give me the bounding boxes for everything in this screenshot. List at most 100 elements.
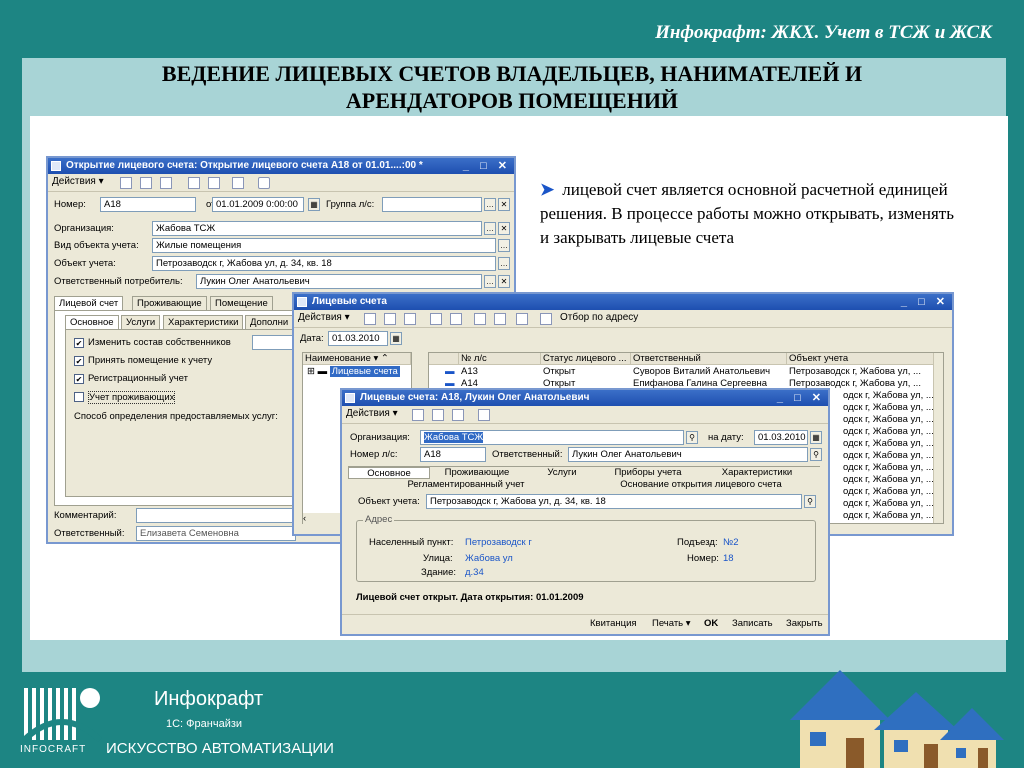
account-card-form: Организация: Жабова ТСЖ ⚲ на дату: 01.03… xyxy=(342,424,828,634)
subtab-more[interactable]: Дополни xyxy=(245,315,294,329)
tab-premises[interactable]: Помещение xyxy=(210,296,273,310)
post-icon[interactable] xyxy=(188,177,200,189)
tab-residents[interactable]: Проживающие xyxy=(132,296,207,310)
number-field[interactable]: А18 xyxy=(100,197,196,212)
date-field[interactable]: 01.01.2009 0:00:00 xyxy=(212,197,304,212)
subtab-main[interactable]: Основное xyxy=(65,315,119,329)
subtab-services[interactable]: Услуги xyxy=(121,315,161,329)
help-icon[interactable] xyxy=(478,409,490,421)
org-field[interactable]: Жабова ТСЖ xyxy=(420,430,684,445)
back-icon[interactable] xyxy=(412,409,424,421)
objtype-select-button[interactable]: … xyxy=(498,239,510,252)
responsible-field[interactable]: Лукин Олег Анатольевич xyxy=(568,447,808,462)
refresh-icon[interactable] xyxy=(540,313,552,325)
filter-by-address-button[interactable]: Отбор по адресу xyxy=(560,312,638,323)
entrance-label: Подъезд: xyxy=(677,537,718,548)
tree-header[interactable]: Наименование ▾ ⌃ xyxy=(303,353,411,365)
group-select-button[interactable]: … xyxy=(484,198,496,211)
tab-main[interactable]: Основное xyxy=(348,467,430,479)
tab-characteristics[interactable]: Характеристики xyxy=(696,467,818,479)
tab-services[interactable]: Услуги xyxy=(524,467,600,479)
save-button[interactable]: Записать xyxy=(732,615,773,633)
filter-list-icon[interactable] xyxy=(494,313,506,325)
movements-icon[interactable] xyxy=(232,177,244,189)
window-account-card-titlebar[interactable]: Лицевые счета: А18, Лукин Олег Анатольев… xyxy=(342,390,828,406)
receipt-button[interactable]: Квитанция xyxy=(590,615,637,633)
edit-icon[interactable] xyxy=(404,313,416,325)
check-accept-premises[interactable]: ✔ xyxy=(74,356,84,366)
table-row[interactable]: ▬ А13 Открыт Суворов Виталий Анатольевич… xyxy=(429,366,943,378)
doc-icon[interactable] xyxy=(432,409,444,421)
tree-item[interactable]: ⊞ ▬ Лицевые счета xyxy=(307,366,411,378)
consumer-clear-button[interactable]: ✕ xyxy=(498,275,510,288)
obj-select-button[interactable]: … xyxy=(498,257,510,270)
ondate-field[interactable]: 01.03.2010 xyxy=(754,430,808,445)
tab-residents[interactable]: Проживающие xyxy=(430,467,524,479)
grid-header-responsible[interactable]: Ответственный xyxy=(631,353,787,365)
actions-menu-button[interactable]: Действия ▾ xyxy=(298,312,350,323)
filter-clear-icon[interactable] xyxy=(516,313,528,325)
grid-header-status[interactable]: Статус лицевого ... xyxy=(541,353,631,365)
tab-account[interactable]: Лицевой счет xyxy=(54,296,124,310)
list-date-field[interactable]: 01.03.2010 xyxy=(328,331,388,346)
grid-header-object[interactable]: Объект учета xyxy=(787,353,943,365)
back-icon[interactable] xyxy=(120,177,132,189)
row-object-tail: одск г, Жабова ул, ... xyxy=(843,426,934,437)
copy-icon[interactable] xyxy=(384,313,396,325)
check-residents-accounting[interactable] xyxy=(74,392,84,402)
window-controls[interactable]: _ □ ✕ xyxy=(777,390,825,406)
calendar-icon[interactable]: ▦ xyxy=(308,198,320,211)
check-residents-accounting-label: Учет проживающих xyxy=(88,391,176,404)
hierarchy-icon[interactable] xyxy=(430,313,442,325)
unpost-icon[interactable] xyxy=(208,177,220,189)
filter-icon[interactable] xyxy=(474,313,486,325)
refresh-icon[interactable] xyxy=(452,409,464,421)
org-search-icon[interactable]: ⚲ xyxy=(686,431,698,444)
number-label: Номер: xyxy=(54,199,86,210)
row-object-tail: одск г, Жабова ул, ... xyxy=(843,510,934,521)
refresh-icon[interactable] xyxy=(160,177,172,189)
account-status-text: Лицевой счет открыт. Дата открытия: 01.0… xyxy=(356,592,584,603)
num-field[interactable]: А18 xyxy=(420,447,486,462)
consumer-select-button[interactable]: … xyxy=(484,275,496,288)
actions-menu-button[interactable]: Действия ▾ xyxy=(346,408,398,419)
actions-menu-button[interactable]: Действия ▾ xyxy=(52,176,104,187)
obj-field[interactable]: Петрозаводск г, Жабова ул, д. 34, кв. 18 xyxy=(426,494,802,509)
consumer-field[interactable]: Лукин Олег Анатольевич xyxy=(196,274,482,289)
window-open-account-titlebar[interactable]: Открытие лицевого счета: Открытие лицево… xyxy=(48,158,514,174)
tab-regulated[interactable]: Регламентированный учет xyxy=(348,479,584,491)
subtab-characteristics[interactable]: Характеристики xyxy=(163,315,244,329)
window-accounts-list-titlebar[interactable]: Лицевые счета _ □ ✕ xyxy=(294,294,952,310)
ok-button[interactable]: OK xyxy=(704,615,718,633)
responsible-field[interactable]: Елизавета Семеновна xyxy=(136,526,296,541)
comment-field[interactable] xyxy=(136,508,296,523)
org-select-button[interactable]: … xyxy=(484,222,496,235)
org-field[interactable]: Жабова ТСЖ xyxy=(152,221,482,236)
responsible-search-icon[interactable]: ⚲ xyxy=(810,448,822,461)
add-icon[interactable] xyxy=(364,313,376,325)
group-clear-button[interactable]: ✕ xyxy=(498,198,510,211)
check-registration[interactable]: ✔ xyxy=(74,374,84,384)
window-account-card-title: Лицевые счета: А18, Лукин Олег Анатольев… xyxy=(360,392,590,403)
org-clear-button[interactable]: ✕ xyxy=(498,222,510,235)
tab-basis[interactable]: Основание открытия лицевого счета xyxy=(584,479,818,491)
tab-meters[interactable]: Приборы учета xyxy=(600,467,696,479)
grid-header-num[interactable]: № л/с xyxy=(459,353,541,365)
objtype-field[interactable]: Жилые помещения xyxy=(152,238,496,253)
calendar-icon[interactable]: ▦ xyxy=(810,431,822,444)
group-field[interactable] xyxy=(382,197,482,212)
date-label: Дата: xyxy=(300,333,324,344)
calendar-icon[interactable]: ▦ xyxy=(390,332,402,345)
close-button[interactable]: Закрыть xyxy=(786,615,823,633)
obj-label: Объект учета: xyxy=(358,496,420,507)
window-controls[interactable]: _ □ ✕ xyxy=(901,294,949,310)
help-icon[interactable] xyxy=(258,177,270,189)
window-controls[interactable]: _ □ ✕ xyxy=(463,158,511,174)
obj-search-icon[interactable]: ⚲ xyxy=(804,495,816,508)
print-button[interactable]: Печать ▾ xyxy=(652,615,691,633)
check-owners[interactable]: ✔ xyxy=(74,338,84,348)
grid-scrollbar[interactable] xyxy=(933,353,943,523)
doc-icon[interactable] xyxy=(140,177,152,189)
obj-field[interactable]: Петрозаводск г, Жабова ул, д. 34, кв. 18 xyxy=(152,256,496,271)
back-icon[interactable] xyxy=(450,313,462,325)
